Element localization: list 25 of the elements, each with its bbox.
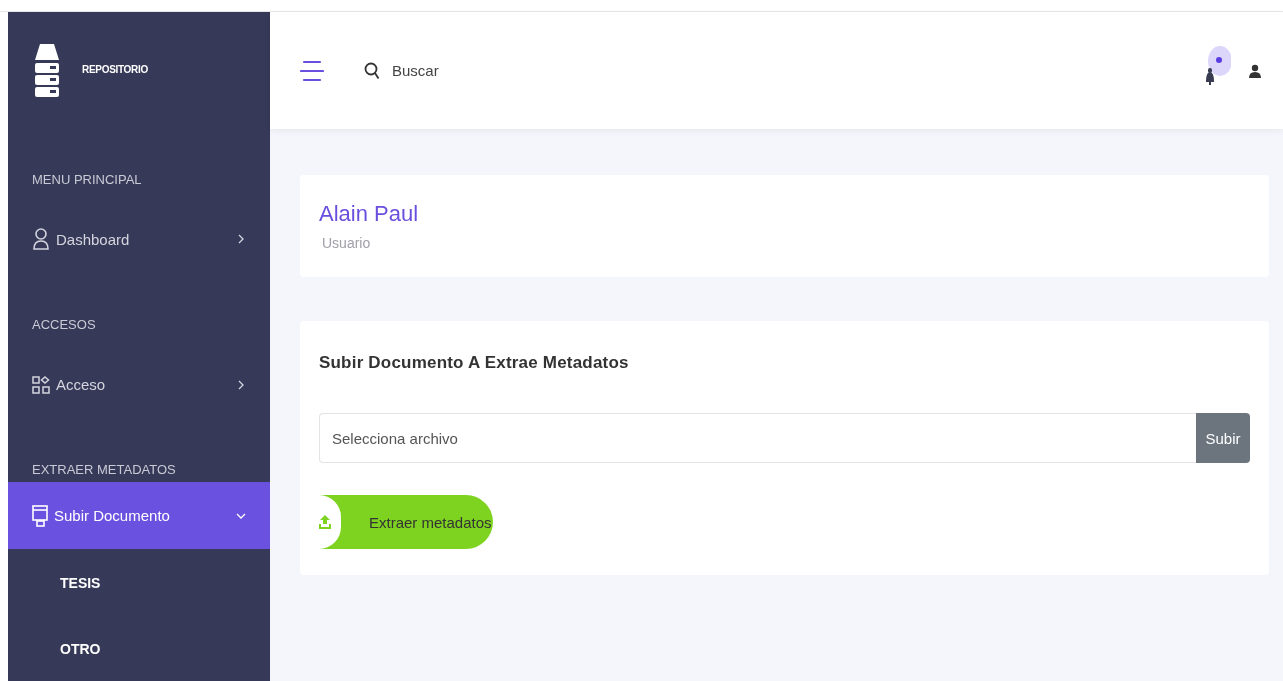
document-icon xyxy=(32,504,48,527)
menu-item[interactable]: Acceso xyxy=(8,350,270,419)
chevron-icon xyxy=(236,379,246,390)
grid-icon xyxy=(32,375,50,394)
section-title: EXTRAER METADATOS xyxy=(31,461,177,480)
section-title: ACCESOS xyxy=(31,316,97,334)
menu-icon[interactable] xyxy=(300,59,324,82)
submenu-item[interactable]: OTRO xyxy=(8,615,270,681)
submenu-item[interactable]: TESIS xyxy=(8,549,270,616)
user-role: Usuario xyxy=(321,235,372,251)
upload-icon xyxy=(319,515,331,529)
extract-button[interactable]: Extraer metadatos xyxy=(319,495,493,549)
menu-item[interactable]: Dashboard xyxy=(8,205,270,273)
file-field[interactable]: Selecciona archivo xyxy=(319,413,1196,463)
chevron-icon xyxy=(236,234,246,245)
upload-button[interactable]: Subir xyxy=(1196,413,1250,463)
user-icon[interactable] xyxy=(1249,63,1261,78)
search-icon xyxy=(364,61,380,80)
menu-item[interactable]: Subir Documento xyxy=(8,482,270,550)
user-icon xyxy=(32,228,50,251)
server-icon xyxy=(34,41,60,98)
brand-name: REPOSITORIO xyxy=(82,64,148,76)
card-title: Subir Documento A Extrae Metadatos xyxy=(319,353,630,373)
user-name: Alain Paul xyxy=(319,201,420,227)
section-title: MENU PRINCIPAL xyxy=(31,170,143,189)
